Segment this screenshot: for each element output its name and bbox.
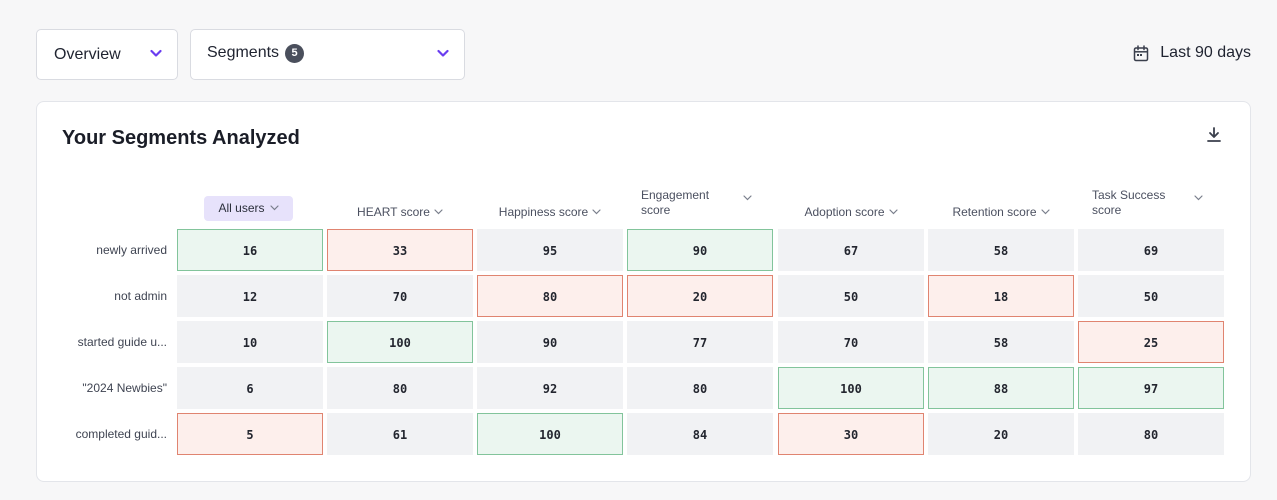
score-cell[interactable]: 77 — [627, 321, 773, 363]
score-cell[interactable]: 61 — [327, 413, 473, 455]
segments-dropdown[interactable]: Segments 5 — [190, 29, 465, 80]
score-cell[interactable]: 18 — [928, 275, 1074, 317]
score-cell[interactable]: 69 — [1078, 229, 1224, 271]
score-cell[interactable]: 20 — [627, 275, 773, 317]
score-cell[interactable]: 30 — [778, 413, 924, 455]
score-cell[interactable]: 90 — [627, 229, 773, 271]
score-cell[interactable]: 25 — [1078, 321, 1224, 363]
chevron-down-icon — [592, 209, 601, 215]
column-header[interactable]: Retention score — [928, 177, 1074, 227]
score-cell[interactable]: 100 — [477, 413, 623, 455]
column-header[interactable]: HEART score — [327, 177, 473, 227]
chevron-down-icon — [434, 209, 443, 215]
score-cell[interactable]: 95 — [477, 229, 623, 271]
card-title: Your Segments Analyzed — [62, 127, 300, 149]
calendar-icon — [1134, 44, 1149, 61]
score-cell[interactable]: 90 — [477, 321, 623, 363]
score-cell[interactable]: 10 — [177, 321, 323, 363]
column-header-label: Engagement score — [641, 188, 710, 217]
chevron-down-icon — [150, 49, 162, 57]
score-cell[interactable]: 70 — [778, 321, 924, 363]
column-header[interactable]: Task Success score — [1078, 177, 1224, 227]
column-header-label: Happiness score — [498, 205, 589, 219]
segments-analysis-card: Your Segments Analyzed All users HEART sc… — [36, 101, 1251, 482]
score-cell[interactable]: 70 — [327, 275, 473, 317]
column-header[interactable]: Happiness score — [477, 177, 623, 227]
row-label: newly arrived — [96, 243, 167, 257]
column-header-label: Adoption score — [804, 205, 885, 219]
score-cell[interactable]: 33 — [327, 229, 473, 271]
row-label: started guide u... — [77, 335, 167, 349]
chevron-down-icon — [888, 209, 898, 215]
score-cell[interactable]: 92 — [477, 367, 623, 409]
overview-dropdown[interactable]: Overview — [36, 29, 178, 80]
download-icon[interactable] — [1207, 127, 1221, 143]
column-header-label: Retention score — [952, 205, 1037, 219]
score-cell[interactable]: 84 — [627, 413, 773, 455]
segments-count-badge: 5 — [285, 44, 305, 63]
score-cell[interactable]: 12 — [177, 275, 323, 317]
column-header-selected[interactable]: All users — [204, 196, 293, 221]
score-cell[interactable]: 58 — [928, 229, 1074, 271]
score-cell[interactable]: 58 — [928, 321, 1074, 363]
column-header[interactable]: All users — [177, 177, 323, 227]
toolbar: Overview Segments 5 Last 90 days — [0, 0, 1277, 100]
column-header-label: HEART score — [357, 205, 430, 219]
score-cell[interactable]: 80 — [627, 367, 773, 409]
score-cell[interactable]: 50 — [778, 275, 924, 317]
score-cell[interactable]: 6 — [177, 367, 323, 409]
score-cell[interactable]: 97 — [1078, 367, 1224, 409]
column-header-label: All users — [218, 201, 265, 215]
score-cell[interactable]: 80 — [327, 367, 473, 409]
chevron-down-icon — [1194, 195, 1203, 201]
score-cell[interactable]: 80 — [477, 275, 623, 317]
score-cell[interactable]: 50 — [1078, 275, 1224, 317]
row-label: completed guid... — [75, 427, 167, 441]
chevron-down-icon — [269, 205, 279, 211]
chevron-down-icon — [1040, 209, 1050, 215]
score-cell[interactable]: 100 — [778, 367, 924, 409]
column-header-label: Task Success score — [1092, 188, 1166, 217]
score-cell[interactable]: 88 — [928, 367, 1074, 409]
segments-label: Segments — [207, 44, 280, 61]
score-cell[interactable]: 20 — [928, 413, 1074, 455]
column-header[interactable]: Adoption score — [778, 177, 924, 227]
score-cell[interactable]: 16 — [177, 229, 323, 271]
score-cell[interactable]: 67 — [778, 229, 924, 271]
overview-label: Overview — [54, 45, 121, 63]
score-cell[interactable]: 100 — [327, 321, 473, 363]
date-range-label: Last 90 days — [1160, 44, 1251, 61]
row-label: "2024 Newbies" — [82, 381, 167, 395]
chevron-down-icon — [743, 195, 752, 201]
score-cell[interactable]: 5 — [177, 413, 323, 455]
score-cell[interactable]: 80 — [1078, 413, 1224, 455]
row-label: not admin — [114, 289, 167, 303]
column-header[interactable]: Engagement score — [627, 177, 773, 227]
chevron-down-icon — [437, 49, 449, 57]
date-range-picker[interactable]: Last 90 days — [1133, 44, 1251, 62]
